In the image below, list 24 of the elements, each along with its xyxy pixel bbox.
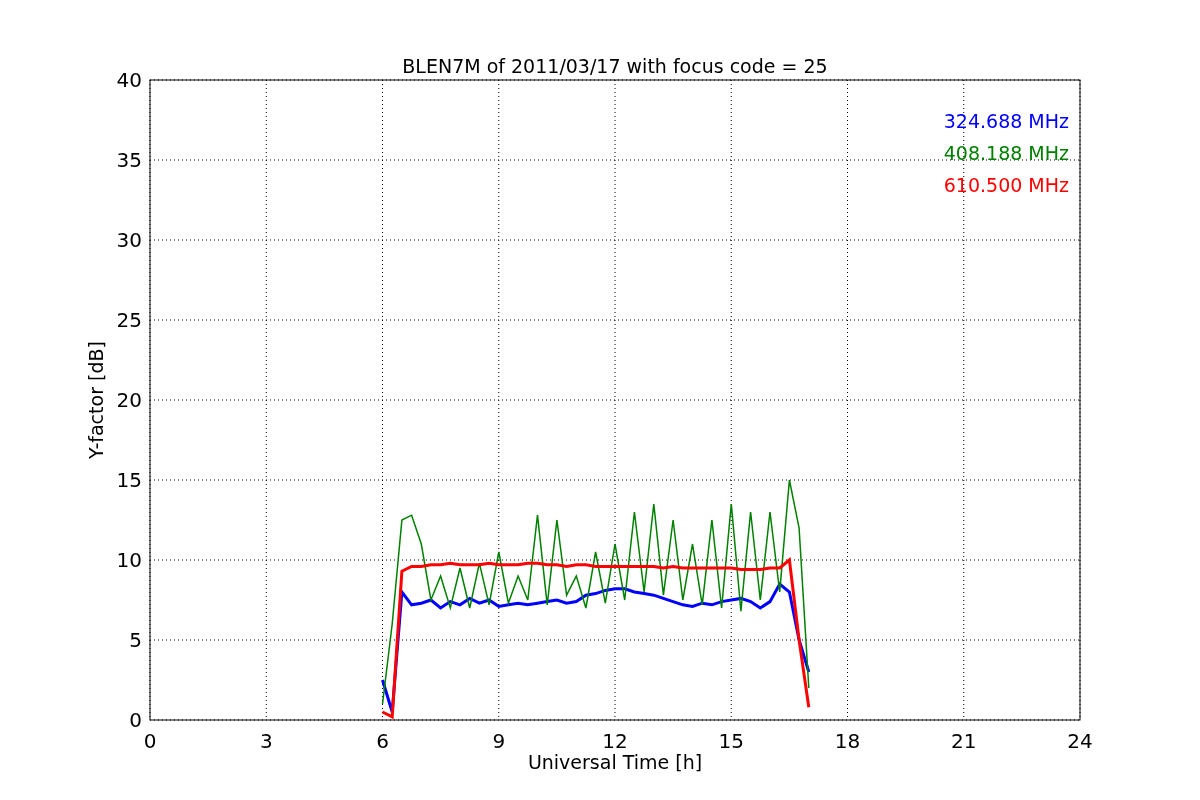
legend-label: 324.688 MHz bbox=[943, 110, 1069, 132]
y-tick-label: 30 bbox=[116, 228, 142, 252]
y-tick-label: 40 bbox=[116, 68, 142, 92]
chart-title: BLEN7M of 2011/03/17 with focus code = 25 bbox=[402, 55, 828, 77]
y-tick-label: 35 bbox=[116, 148, 142, 172]
y-tick-label: 0 bbox=[129, 708, 142, 732]
y-axis-label: Y-factor [dB] bbox=[85, 341, 107, 459]
x-tick-label: 12 bbox=[602, 729, 628, 753]
y-tick-label: 15 bbox=[116, 468, 142, 492]
legend-label: 610.500 MHz bbox=[943, 174, 1069, 196]
x-tick-label: 15 bbox=[718, 729, 744, 753]
y-tick-label: 5 bbox=[129, 628, 142, 652]
x-tick-label: 24 bbox=[1067, 729, 1093, 753]
legend-label: 408.188 MHz bbox=[943, 142, 1069, 164]
x-tick-label: 18 bbox=[834, 729, 861, 753]
x-tick-label: 21 bbox=[951, 729, 977, 753]
x-tick-label: 9 bbox=[492, 729, 506, 753]
y-tick-label: 20 bbox=[116, 388, 142, 412]
x-tick-label: 0 bbox=[143, 729, 157, 753]
x-axis-label: Universal Time [h] bbox=[527, 751, 703, 773]
y-tick-label: 10 bbox=[116, 548, 142, 572]
x-tick-label: 3 bbox=[259, 729, 273, 753]
x-tick-label: 6 bbox=[376, 729, 389, 753]
y-tick-label: 25 bbox=[116, 308, 142, 332]
